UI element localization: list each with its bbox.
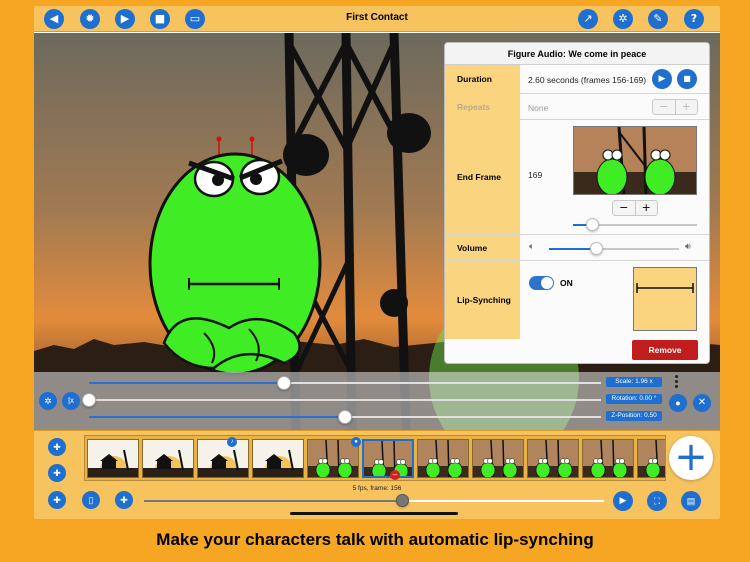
volume-slider-knob[interactable] [589, 242, 603, 255]
help-icon[interactable]: ? [684, 9, 704, 29]
end-frame-label: End Frame [445, 120, 520, 234]
more-icon[interactable] [675, 375, 678, 389]
repeats-label: Repeats [445, 94, 520, 119]
zposition-slider[interactable] [89, 410, 601, 424]
home-indicator [290, 512, 458, 515]
timeline-frame[interactable] [197, 439, 249, 478]
camera-icon[interactable]: ▶ [115, 9, 135, 29]
lip-sync-toggle-text: ON [560, 278, 573, 288]
volume-low-icon: 🔈︎ [529, 242, 535, 252]
transform-controls: ✲ |x Scale: 1.96 x Rotation: 0.00 ° Z-Po… [34, 372, 720, 430]
timeline-frame[interactable] [87, 439, 139, 478]
lip-sync-label: Lip-Synching [445, 261, 520, 339]
video-icon[interactable]: ■ [150, 9, 170, 29]
end-frame-plus[interactable]: + [634, 201, 658, 215]
screen-icon[interactable]: ▭ [185, 9, 205, 29]
figure-walk-icon[interactable]: ✚ [48, 464, 66, 482]
fps-frame-readout: 5 fps, frame: 156 [352, 485, 402, 492]
timeline-frame[interactable] [637, 439, 665, 478]
volume-high-icon: 🔊︎ [685, 242, 691, 252]
end-frame-row: End Frame 169 − + [445, 120, 709, 235]
zposition-label: Z-Position: 0.50 [606, 411, 662, 421]
flip-icon[interactable]: |x [62, 392, 80, 410]
rotation-slider-knob[interactable] [82, 393, 96, 407]
volume-label: Volume [445, 235, 520, 260]
rotation-slider[interactable] [82, 393, 601, 407]
playhead-slider[interactable] [144, 494, 604, 507]
zposition-slider-knob[interactable] [338, 410, 352, 424]
add-frame-button[interactable]: + [669, 436, 713, 480]
scale-slider-knob[interactable] [277, 376, 291, 390]
figure-audio-panel: Figure Audio: We come in peace Duration … [444, 42, 710, 364]
timeline-frame[interactable] [417, 439, 469, 478]
duration-label: Duration [445, 65, 520, 93]
rotation-label: Rotation: 0.00 ° [606, 394, 662, 404]
play-icon[interactable]: ▶ [613, 491, 633, 511]
play-audio-button[interactable]: ▶ [652, 69, 672, 89]
end-frame-stepper[interactable]: − + [612, 200, 658, 216]
repeats-value: None [528, 103, 549, 113]
settings-gear-icon[interactable]: ✹ [80, 9, 100, 29]
clipboard-icon[interactable]: ▤ [681, 491, 701, 511]
gear-icon[interactable]: ✲ [613, 9, 633, 29]
timeline-frame[interactable] [252, 439, 304, 478]
caption: Make your characters talk with automatic… [156, 530, 594, 549]
runner-icon[interactable]: ✚ [115, 491, 133, 509]
end-frame-value: 169 [528, 170, 543, 180]
volume-slider[interactable] [549, 242, 679, 255]
wrench-icon[interactable]: ✎ [648, 9, 668, 29]
app-window: ◀ ✹ ▶ ■ ▭ First Contact ↗ ✲ ✎ ? Figure A… [34, 6, 720, 519]
close-icon[interactable]: ✕ [693, 394, 711, 412]
device-icon[interactable]: ▯ [82, 491, 100, 509]
fullscreen-icon[interactable]: ⛶ [647, 491, 667, 511]
scale-slider[interactable] [89, 376, 601, 390]
panel-title: Figure Audio: We come in peace [445, 43, 709, 65]
lip-sync-row: Lip-Synching ON [445, 261, 709, 339]
timeline-frame[interactable] [142, 439, 194, 478]
repeats-row: Repeats None − + [445, 94, 709, 120]
audio-marker-icon: ♪ [227, 437, 237, 447]
timeline-frame[interactable] [527, 439, 579, 478]
duration-value: 2.60 seconds (frames 156-169) [528, 75, 647, 85]
timeline-frame[interactable] [472, 439, 524, 478]
end-frame-slider-knob[interactable] [585, 218, 599, 231]
repeats-minus[interactable]: − [653, 100, 675, 114]
playhead-knob[interactable] [395, 494, 409, 507]
repeats-stepper[interactable]: − + [652, 99, 698, 115]
share-icon[interactable]: ↗ [578, 9, 598, 29]
back-icon[interactable]: ◀ [44, 9, 64, 29]
volume-row: Volume 🔈︎ 🔊︎ [445, 235, 709, 261]
scale-label: Scale: 1.96 x [606, 377, 662, 387]
end-frame-slider[interactable] [573, 218, 697, 231]
stop-audio-button[interactable]: ■ [677, 69, 697, 89]
end-frame-minus[interactable]: − [613, 201, 635, 215]
repeats-plus[interactable]: + [674, 100, 698, 114]
frame-strip[interactable]: ♪ ● – [84, 435, 666, 481]
delete-frame-icon[interactable]: – [390, 470, 400, 480]
top-toolbar: ◀ ✹ ▶ ■ ▭ First Contact ↗ ✲ ✎ ? [34, 6, 720, 32]
lip-sync-toggle[interactable] [529, 276, 554, 290]
add-figure-icon[interactable]: ✚ [48, 438, 66, 456]
mouth-preview [633, 267, 697, 331]
timeline-area: ✚ ✚ ♪ ● – 5 fps, frame: 156 ✚ ▯ ✚ ▶ ⛶ ▤ + [34, 430, 720, 519]
onion-skin-icon[interactable]: ✚ [48, 491, 66, 509]
timeline-frame[interactable] [582, 439, 634, 478]
speech-marker-icon: ● [351, 437, 361, 447]
speech-bubble-icon[interactable]: ● [669, 394, 687, 412]
duration-row: Duration 2.60 seconds (frames 156-169) ▶… [445, 65, 709, 94]
figures-icon[interactable]: ✲ [39, 392, 57, 410]
timeline-frame[interactable] [362, 439, 414, 478]
remove-button[interactable]: Remove [632, 340, 698, 360]
end-frame-thumbnail [573, 126, 697, 195]
